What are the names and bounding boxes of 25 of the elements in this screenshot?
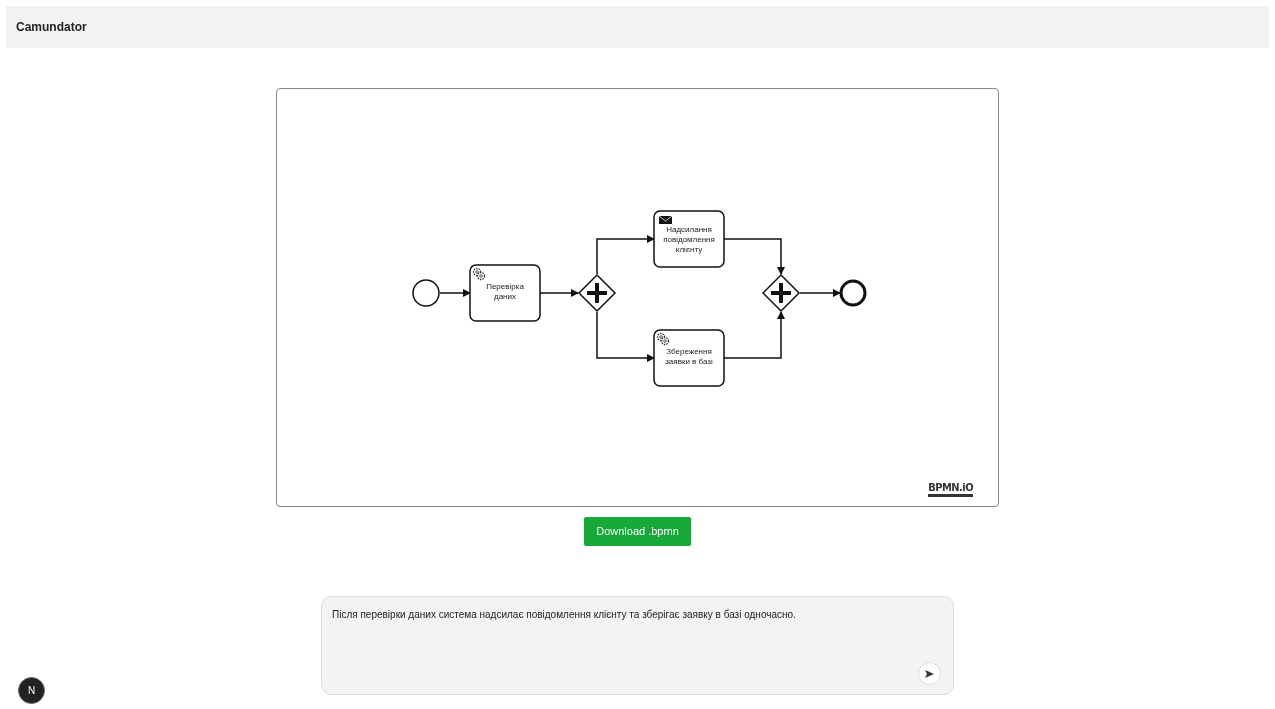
dev-badge[interactable]: N bbox=[18, 677, 45, 704]
send-icon bbox=[925, 669, 934, 678]
gear-icon bbox=[472, 267, 486, 281]
task-label: Перевірка даних bbox=[485, 282, 525, 302]
sequence-flow-arrow bbox=[723, 238, 785, 275]
sequence-flow-arrow bbox=[799, 289, 841, 297]
envelope-icon bbox=[658, 215, 673, 224]
sequence-flow-arrow bbox=[596, 235, 655, 275]
parallel-gateway bbox=[761, 273, 801, 313]
sequence-flow-arrow bbox=[439, 289, 471, 297]
gear-icon bbox=[656, 332, 670, 346]
task-label: Збереження заявки в базі bbox=[664, 347, 714, 367]
prompt-field[interactable]: Після перевірки даних система надсилає повідомлення клієнту та зберігає заявку в базі одночасно. bbox=[321, 596, 954, 695]
parallel-gateway bbox=[577, 273, 617, 313]
task-box bbox=[469, 264, 541, 322]
task-box bbox=[653, 329, 725, 387]
end-event-circle bbox=[839, 279, 867, 307]
start-event-circle bbox=[412, 279, 440, 307]
app-title: Camundator bbox=[16, 19, 87, 36]
logo: BPMN.iO bbox=[928, 482, 973, 497]
sequence-flow-arrow bbox=[723, 311, 785, 359]
sequence-flow-arrow bbox=[539, 289, 579, 297]
task-box bbox=[653, 210, 725, 268]
sequence-flow-arrow bbox=[596, 311, 655, 362]
task-label: Надсилання повідомлення клієнту bbox=[662, 225, 716, 255]
